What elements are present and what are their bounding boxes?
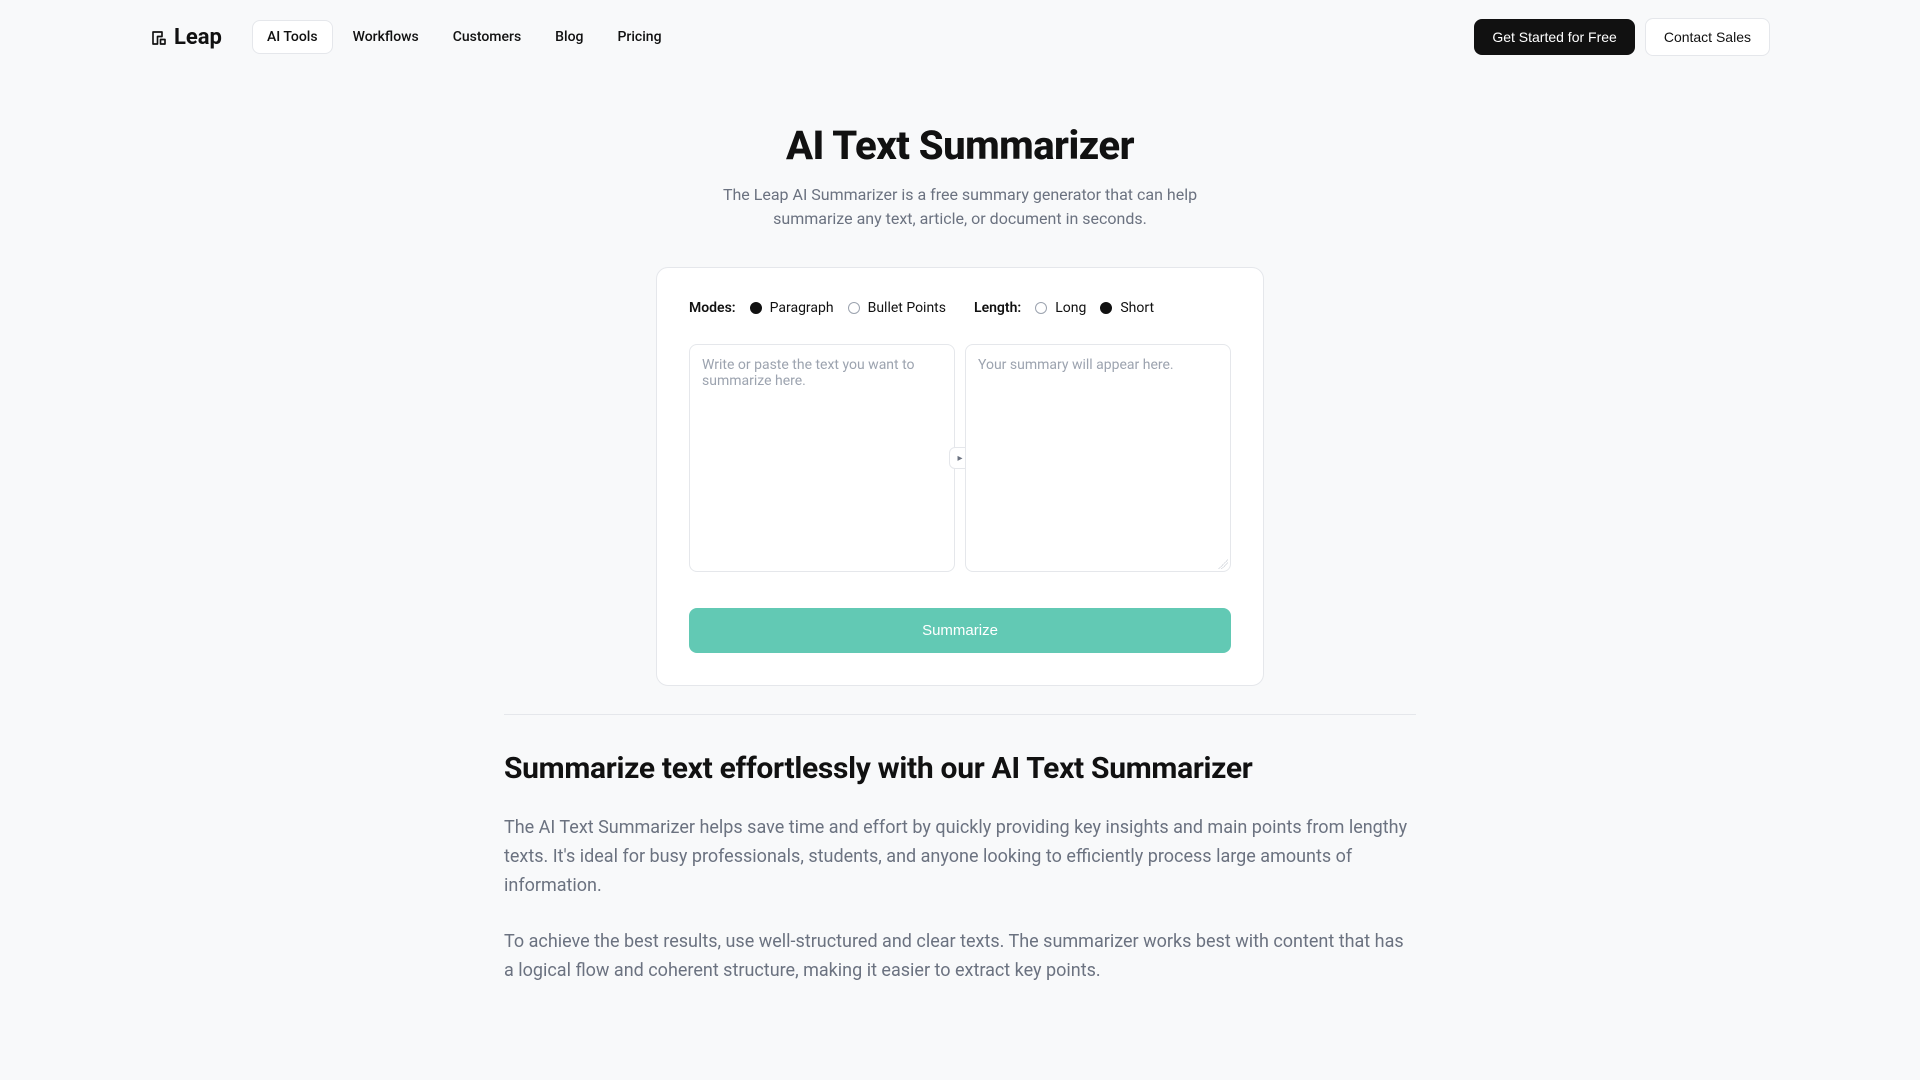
length-short[interactable]: Short	[1100, 300, 1154, 316]
content-section: Summarize text effortlessly with our AI …	[504, 751, 1416, 986]
length-long[interactable]: Long	[1035, 300, 1086, 316]
header-left: Leap AI Tools Workflows Customers Blog P…	[150, 20, 676, 54]
leap-logo-icon	[150, 28, 168, 46]
brand-name: Leap	[174, 25, 222, 50]
content-heading: Summarize text effortlessly with our AI …	[504, 751, 1416, 786]
content-paragraph-1: The AI Text Summarizer helps save time a…	[504, 814, 1416, 900]
summarizer-card: Modes: Paragraph Bullet Points Length: L…	[656, 267, 1264, 686]
nav-customers[interactable]: Customers	[439, 21, 535, 53]
content-paragraph-2: To achieve the best results, use well-st…	[504, 928, 1416, 986]
brand-logo[interactable]: Leap	[150, 25, 222, 50]
input-textarea[interactable]	[689, 344, 955, 572]
get-started-button[interactable]: Get Started for Free	[1474, 19, 1635, 55]
radio-icon	[750, 302, 762, 314]
controls-row: Modes: Paragraph Bullet Points Length: L…	[689, 300, 1231, 316]
mode-bullet-label: Bullet Points	[868, 300, 946, 316]
length-group: Length: Long Short	[974, 300, 1154, 316]
mode-paragraph[interactable]: Paragraph	[750, 300, 834, 316]
panels-row: ▸ Your summary will appear here.	[689, 344, 1231, 572]
summarize-button[interactable]: Summarize	[689, 608, 1231, 653]
output-placeholder: Your summary will appear here.	[978, 357, 1174, 373]
page-title: AI Text Summarizer	[0, 122, 1920, 169]
nav-blog[interactable]: Blog	[541, 21, 597, 53]
nav-workflows[interactable]: Workflows	[339, 21, 433, 53]
mode-bullet-points[interactable]: Bullet Points	[848, 300, 946, 316]
radio-icon	[848, 302, 860, 314]
output-panel: Your summary will appear here.	[965, 344, 1231, 572]
hero-section: AI Text Summarizer The Leap AI Summarize…	[0, 122, 1920, 231]
nav-ai-tools[interactable]: AI Tools	[252, 20, 333, 54]
header-right: Get Started for Free Contact Sales	[1474, 18, 1770, 56]
length-short-label: Short	[1120, 300, 1154, 316]
nav-pricing[interactable]: Pricing	[603, 21, 675, 53]
main-nav: AI Tools Workflows Customers Blog Pricin…	[252, 20, 676, 54]
site-header: Leap AI Tools Workflows Customers Blog P…	[0, 0, 1920, 74]
subtitle-line-2: summarize any text, article, or document…	[773, 209, 1147, 228]
section-divider	[504, 714, 1416, 715]
subtitle-line-1: The Leap AI Summarizer is a free summary…	[723, 185, 1197, 204]
length-long-label: Long	[1055, 300, 1086, 316]
contact-sales-button[interactable]: Contact Sales	[1645, 18, 1770, 56]
page-subtitle: The Leap AI Summarizer is a free summary…	[0, 183, 1920, 231]
length-label: Length:	[974, 300, 1021, 316]
modes-label: Modes:	[689, 300, 736, 316]
radio-icon	[1035, 302, 1047, 314]
radio-icon	[1100, 302, 1112, 314]
modes-group: Modes: Paragraph Bullet Points	[689, 300, 946, 316]
mode-paragraph-label: Paragraph	[770, 300, 834, 316]
